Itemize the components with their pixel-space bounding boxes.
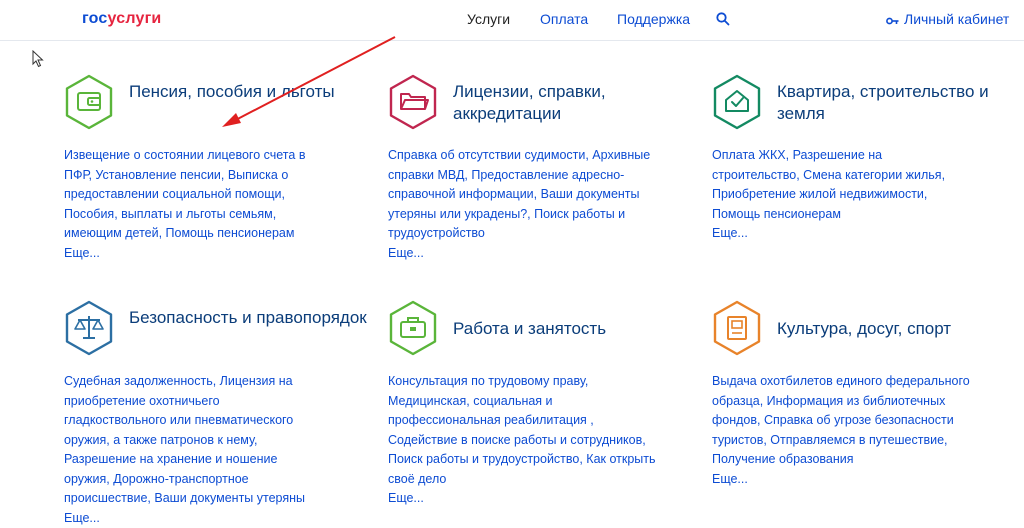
more-link[interactable]: Еще... — [64, 244, 332, 264]
card-links-text[interactable]: Справка об отсутствии судимости, Архивны… — [388, 148, 650, 240]
scales-icon[interactable] — [64, 300, 114, 356]
top-header: госуслуги Услуги Оплата Поддержка Личный… — [0, 0, 1024, 41]
card-title[interactable]: Культура, досуг, спорт — [777, 318, 1017, 340]
card-links[interactable]: Выдача охотбилетов единого федерального … — [712, 372, 987, 489]
folder-icon[interactable] — [388, 74, 438, 130]
cabinet-label: Личный кабинет — [904, 11, 1009, 27]
card-links[interactable]: Консультация по трудовому праву, Медицин… — [388, 372, 656, 509]
card-title[interactable]: Безопасность и правопорядок — [129, 307, 369, 329]
card-links[interactable]: Судебная задолженность, Лицензия на прио… — [64, 372, 312, 528]
gosuslugi-logo[interactable]: госуслуги — [82, 10, 161, 28]
card-links[interactable]: Оплата ЖКХ, Разрешение на строительство,… — [712, 146, 967, 244]
nav-support[interactable]: Поддержка — [617, 11, 690, 27]
book-icon[interactable] — [712, 300, 762, 356]
briefcase-icon[interactable] — [388, 300, 438, 356]
key-icon — [886, 16, 899, 26]
card-title[interactable]: Пенсия, пособия и льготы — [129, 81, 369, 103]
card-links-text[interactable]: Консультация по трудовому праву, Медицин… — [388, 374, 656, 486]
card-links-text[interactable]: Выдача охотбилетов единого федерального … — [712, 374, 970, 466]
card-title[interactable]: Квартира, строительство и земля — [777, 81, 1017, 125]
card-links-text[interactable]: Извещение о состоянии лицевого счета в П… — [64, 148, 305, 240]
search-icon[interactable] — [716, 12, 730, 26]
card-links[interactable]: Справка об отсутствии судимости, Архивны… — [388, 146, 656, 263]
house-icon[interactable] — [712, 74, 762, 130]
nav-payment[interactable]: Оплата — [540, 11, 588, 27]
more-link[interactable]: Еще... — [712, 470, 987, 490]
more-link[interactable]: Еще... — [64, 509, 312, 528]
card-links-text[interactable]: Судебная задолженность, Лицензия на прио… — [64, 374, 305, 505]
wallet-icon[interactable] — [64, 74, 114, 130]
card-links-text[interactable]: Оплата ЖКХ, Разрешение на строительство,… — [712, 148, 945, 221]
nav-services[interactable]: Услуги — [467, 11, 510, 27]
more-link[interactable]: Еще... — [388, 244, 656, 264]
mouse-cursor-icon — [32, 50, 44, 68]
card-title[interactable]: Лицензии, справки, аккредитации — [453, 81, 693, 125]
card-title[interactable]: Работа и занятость — [453, 318, 693, 340]
personal-cabinet-link[interactable]: Личный кабинет — [886, 11, 1009, 27]
more-link[interactable]: Еще... — [712, 224, 967, 244]
card-links[interactable]: Извещение о состоянии лицевого счета в П… — [64, 146, 332, 263]
